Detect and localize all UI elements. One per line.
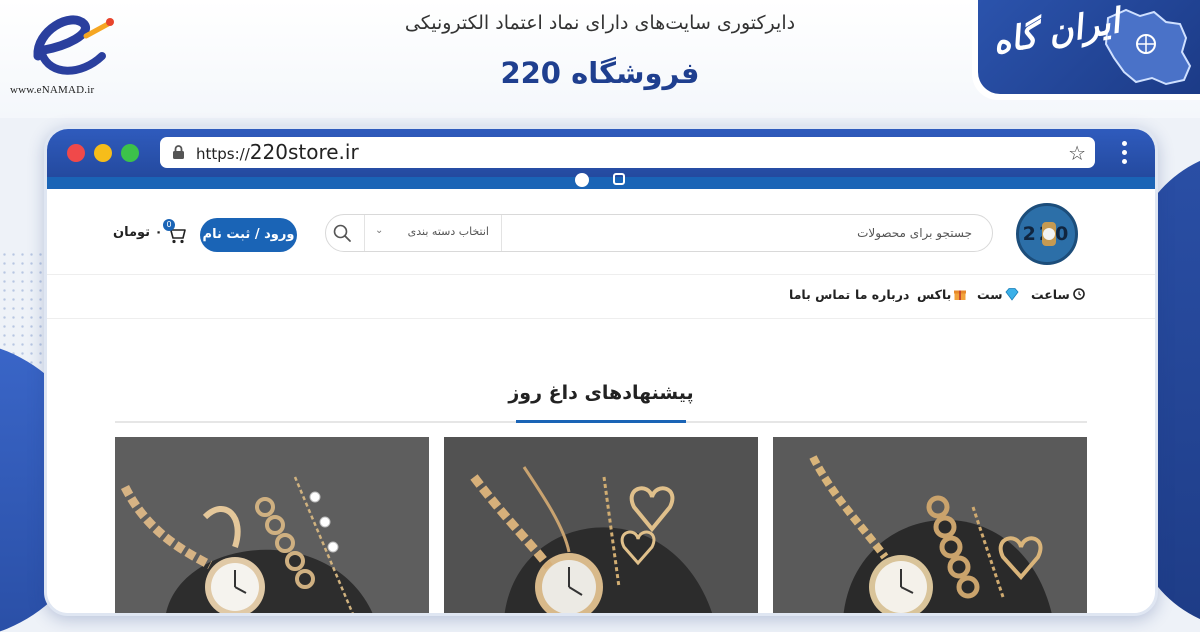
address-bar[interactable]: https://220store.ir ☆	[160, 137, 1095, 168]
browser-menu-icon[interactable]	[1122, 141, 1128, 165]
product-image	[115, 437, 429, 613]
enamad-e-icon	[33, 15, 114, 75]
nav-item-label: باکس	[917, 287, 952, 302]
product-image	[773, 437, 1087, 613]
search-icon[interactable]	[332, 223, 352, 243]
chevron-down-icon: ⌄	[375, 225, 384, 236]
website-viewport: 220 انتخاب دسته بندی ⌄ ورود / ثبت نام ۰ …	[47, 173, 1155, 613]
store-name: فروشگاه 220	[500, 56, 700, 90]
minimize-window-button[interactable]	[94, 144, 112, 162]
nav-item-label: ساعت	[1031, 287, 1070, 302]
cart-total: ۰ تومان	[113, 225, 163, 240]
cart-count-badge: 0	[163, 219, 175, 231]
product-image	[444, 437, 758, 613]
maximize-window-button[interactable]	[121, 144, 139, 162]
watch-icon	[1072, 288, 1085, 300]
enamad-logo[interactable]: www.eNAMAD.ir	[8, 4, 118, 100]
irangah-badge[interactable]: ایران گاه	[972, 0, 1200, 100]
url-domain: 220store.ir	[249, 140, 359, 164]
instagram-icon[interactable]	[613, 173, 625, 185]
nav-item-box[interactable]: باکس	[917, 287, 967, 302]
url-text: https://220store.ir	[196, 140, 359, 164]
login-register-button[interactable]: ورود / ثبت نام	[200, 218, 297, 252]
category-select-label: انتخاب دسته بندی	[407, 225, 489, 238]
lock-icon	[173, 145, 184, 159]
url-protocol: https://	[196, 145, 250, 163]
nav-item-set[interactable]: ست	[977, 287, 1019, 302]
logo-watch-icon	[1042, 222, 1056, 246]
section-title: پیشنهادهای داغ روز	[508, 382, 694, 404]
gift-icon	[954, 290, 967, 300]
whatsapp-icon[interactable]	[575, 173, 589, 187]
cart-widget[interactable]: ۰ تومان 0	[113, 219, 193, 249]
directory-title: دایرکتوری سایت‌های دارای نماد اعتماد الک…	[404, 12, 796, 34]
site-logo[interactable]: 220	[1016, 203, 1078, 265]
nav-item-contact[interactable]: تماس باما	[789, 287, 850, 302]
nav-item-about[interactable]: درباره ما	[855, 287, 909, 302]
top-social-strip	[47, 173, 1155, 189]
diamond-icon	[1005, 288, 1019, 301]
browser-titlebar: https://220store.ir ☆	[47, 129, 1155, 177]
product-card[interactable]	[773, 437, 1087, 613]
main-navigation: ساعت ست باکس درباره ما تماس باما	[47, 275, 1155, 319]
close-window-button[interactable]	[67, 144, 85, 162]
irangah-badge-panel: ایران گاه	[978, 0, 1200, 94]
search-input[interactable]	[504, 215, 984, 251]
browser-window: https://220store.ir ☆ 220 انتخاب دسته بن…	[44, 126, 1158, 616]
enamad-url: www.eNAMAD.ir	[10, 84, 95, 96]
nav-item-watch[interactable]: ساعت	[1031, 287, 1086, 302]
product-card[interactable]	[444, 437, 758, 613]
search-form: انتخاب دسته بندی ⌄	[325, 214, 993, 252]
site-header: 220 انتخاب دسته بندی ⌄ ورود / ثبت نام ۰ …	[47, 189, 1155, 275]
nav-item-label: ست	[977, 287, 1003, 302]
category-select[interactable]: انتخاب دسته بندی ⌄	[364, 215, 502, 251]
product-card[interactable]	[115, 437, 429, 613]
section-title-underline	[516, 420, 686, 423]
bookmark-star-icon[interactable]: ☆	[1068, 141, 1086, 165]
